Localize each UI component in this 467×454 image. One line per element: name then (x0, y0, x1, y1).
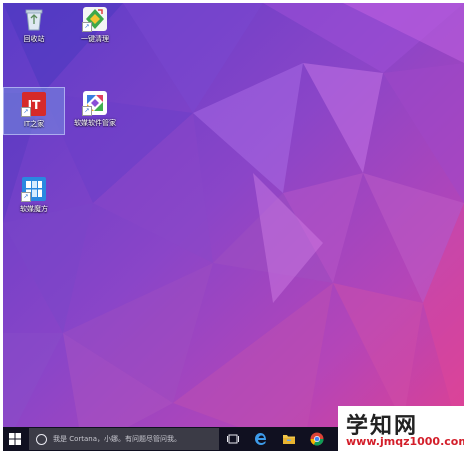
software-manager-icon: ↗ (82, 90, 108, 116)
screenshot: 回收站 ↗ 一键清理 IT ↗ IT之家 ↗ 软媒软件管家 ↗ 软媒魔方 我是 … (0, 0, 467, 454)
desktop-icon-ruanmei-manager[interactable]: ↗ 软媒软件管家 (65, 90, 125, 128)
edge-browser-icon (255, 433, 266, 445)
shortcut-arrow-icon: ↗ (82, 22, 92, 32)
desktop: 回收站 ↗ 一键清理 IT ↗ IT之家 ↗ 软媒软件管家 ↗ 软媒魔方 (3, 3, 464, 427)
cortana-search-box[interactable]: 我是 Cortana，小娜。有问题尽管问我。 (29, 428, 219, 450)
desktop-icon-label: 一键清理 (81, 35, 109, 43)
desktop-icon-ruanmei-magic[interactable]: ↗ 软媒魔方 (4, 176, 64, 214)
ithome-logo-icon: IT ↗ (21, 91, 47, 117)
desktop-icon-label: 软媒软件管家 (74, 119, 116, 127)
edge-taskbar-button[interactable] (249, 427, 273, 451)
desktop-frame: 回收站 ↗ 一键清理 IT ↗ IT之家 ↗ 软媒软件管家 ↗ 软媒魔方 我是 … (3, 3, 464, 451)
recycle-bin-icon (21, 6, 47, 32)
desktop-icon-label: 回收站 (23, 35, 45, 43)
start-button[interactable] (3, 427, 27, 451)
desktop-icon-label: 软媒魔方 (20, 205, 48, 213)
watermark-url: www.jmqz1000.com (346, 435, 464, 448)
site-watermark: 学知网 www.jmqz1000.com (338, 406, 464, 451)
chrome-icon (310, 432, 324, 446)
folder-icon (283, 435, 295, 444)
desktop-icon-label: IT之家 (23, 120, 45, 128)
shortcut-arrow-icon: ↗ (21, 107, 31, 117)
task-view-button[interactable] (221, 427, 245, 451)
desktop-icon-recycle-bin[interactable]: 回收站 (4, 6, 64, 44)
cortana-icon (36, 433, 47, 445)
cortana-search-placeholder: 我是 Cortana，小娜。有问题尽管问我。 (53, 435, 182, 443)
broom-clean-icon: ↗ (82, 6, 108, 32)
chrome-taskbar-button[interactable] (305, 427, 329, 451)
desktop-icon-one-click-clean[interactable]: ↗ 一键清理 (65, 6, 125, 44)
magic-cube-icon: ↗ (21, 176, 47, 202)
shortcut-arrow-icon: ↗ (82, 106, 92, 116)
desktop-icon-ithome[interactable]: IT ↗ IT之家 (3, 87, 65, 135)
windows-logo-icon (9, 433, 21, 445)
shortcut-arrow-icon: ↗ (21, 192, 31, 202)
task-view-icon (227, 434, 239, 444)
file-explorer-taskbar-button[interactable] (277, 427, 301, 451)
